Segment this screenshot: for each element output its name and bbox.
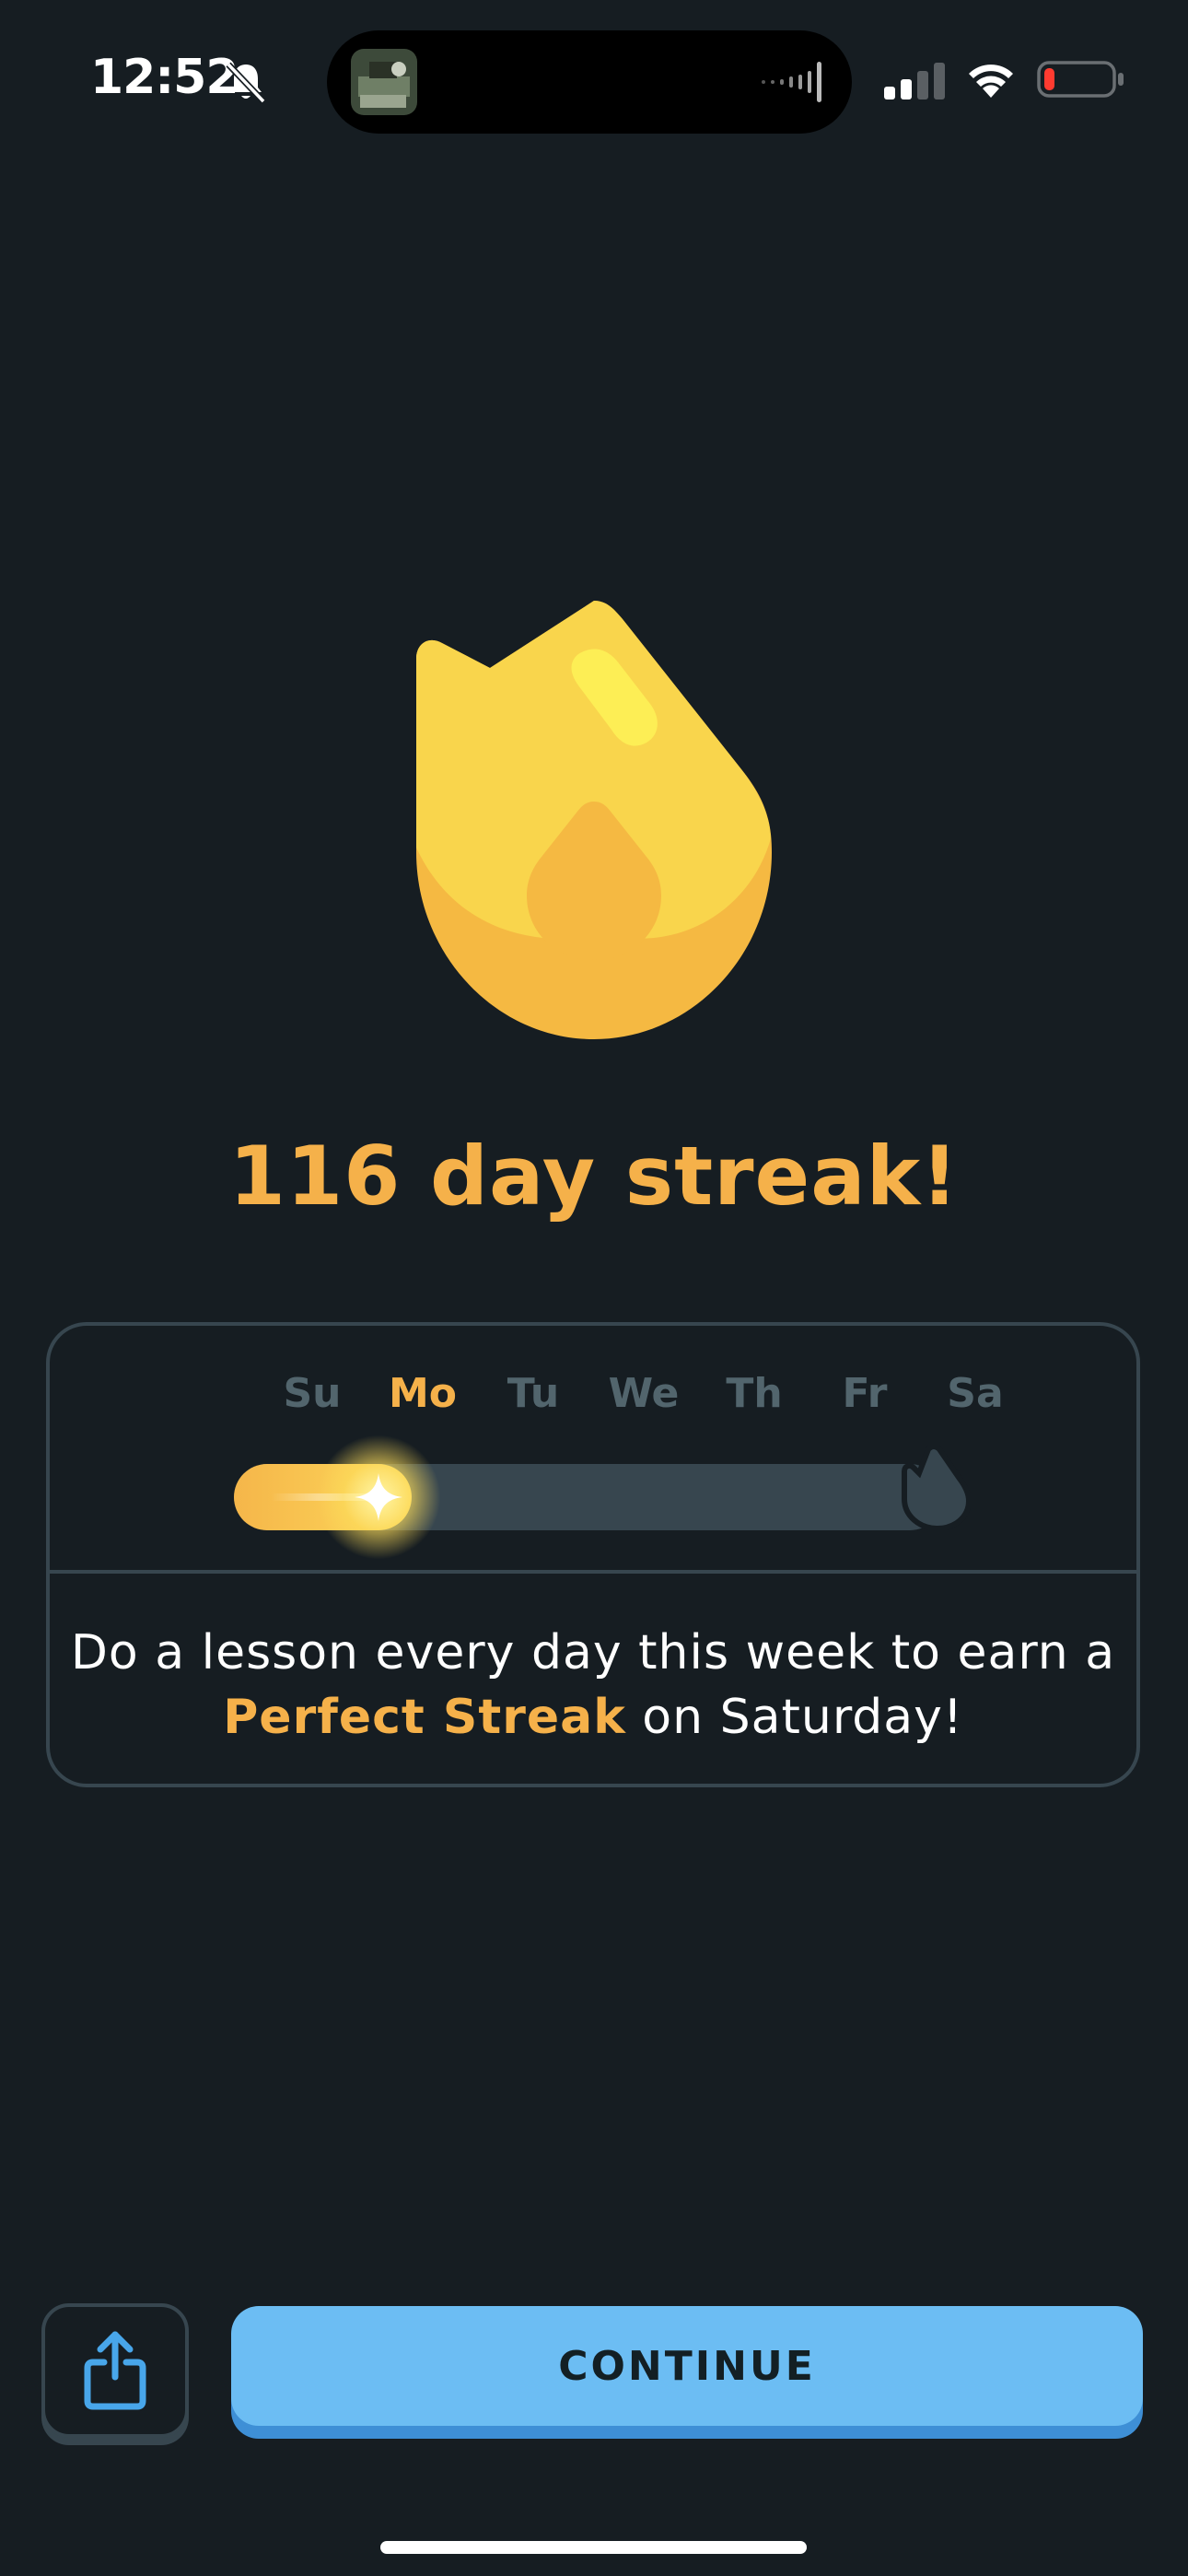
day-label: We <box>608 1370 680 1417</box>
weekly-streak-card: Su Mo Tu We Th Fr Sa Do a lesson every d… <box>46 1322 1140 1787</box>
goal-flame-icon <box>902 1446 971 1530</box>
battery-low-icon <box>1037 61 1124 98</box>
dynamic-island[interactable] <box>327 30 852 134</box>
weekday-row: Su Mo Tu We Th Fr Sa <box>257 1370 1003 1425</box>
continue-button[interactable]: CONTINUE <box>231 2306 1143 2426</box>
day-label: Th <box>726 1370 783 1417</box>
perfect-streak-highlight: Perfect Streak <box>223 1690 626 1745</box>
continue-label: CONTINUE <box>558 2342 816 2390</box>
message-prefix: Do a lesson every day this week to earn … <box>70 1625 1116 1680</box>
message-suffix: on Saturday! <box>625 1690 963 1745</box>
audio-waveform-icon <box>762 62 821 102</box>
now-playing-thumbnail <box>351 49 417 115</box>
signal-icon <box>884 63 945 100</box>
share-icon <box>84 2331 146 2410</box>
day-label: Mo <box>388 1370 457 1417</box>
status-time: 12:52 <box>90 50 239 105</box>
status-bar: 12:52 <box>0 0 1188 157</box>
day-label: Fr <box>842 1370 888 1417</box>
sparkle-icon <box>355 1473 402 1521</box>
streak-flame-icon <box>416 601 772 1039</box>
card-divider <box>50 1570 1136 1574</box>
share-button[interactable] <box>41 2303 189 2438</box>
perfect-streak-message: Do a lesson every day this week to earn … <box>50 1621 1136 1750</box>
week-progress-track <box>234 1434 971 1560</box>
bell-slash-icon <box>226 62 266 104</box>
day-label: Tu <box>507 1370 560 1417</box>
day-label: Sa <box>947 1370 1004 1417</box>
day-label: Su <box>283 1370 342 1417</box>
home-indicator[interactable] <box>380 2541 807 2554</box>
streak-title: 116 day streak! <box>228 1129 960 1224</box>
wifi-icon <box>969 64 1013 98</box>
